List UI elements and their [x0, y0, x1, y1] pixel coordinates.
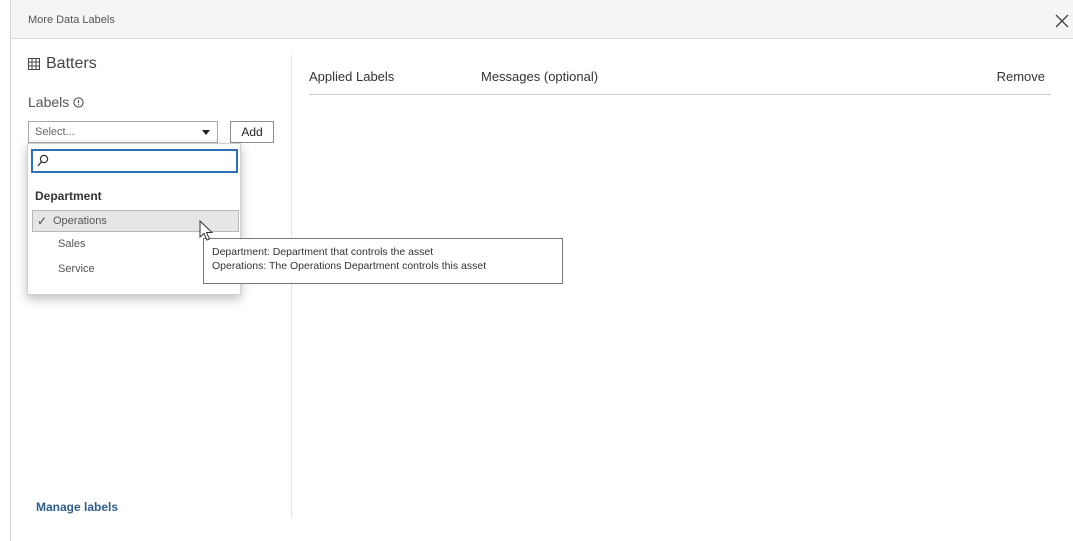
- tooltip-line-operations: Operations: The Operations Department co…: [212, 260, 487, 272]
- info-icon[interactable]: [73, 96, 84, 108]
- option-label: Operations: [53, 215, 107, 227]
- dialog-title: More Data Labels: [28, 14, 115, 26]
- add-button[interactable]: Add: [230, 121, 274, 143]
- option-label: Service: [58, 263, 95, 275]
- dialog-titlebar: More Data Labels: [11, 0, 1073, 39]
- manage-labels-link[interactable]: Manage labels: [36, 500, 118, 514]
- table-icon: [28, 58, 40, 70]
- mouse-cursor-icon: [199, 220, 214, 241]
- tooltip-line-department: Department: Department that controls the…: [212, 246, 434, 258]
- dropdown-group-department: Department: [35, 189, 102, 203]
- option-label: Sales: [58, 238, 86, 250]
- asset-name: Batters: [46, 55, 97, 72]
- close-button[interactable]: [1050, 9, 1073, 33]
- column-remove: Remove: [996, 69, 1045, 84]
- more-data-labels-dialog: More Data Labels Batters Labels Select..…: [10, 0, 1073, 541]
- option-tooltip: Department: Department that controls the…: [203, 238, 563, 284]
- column-applied-labels: Applied Labels: [309, 69, 395, 84]
- close-icon: [1055, 14, 1069, 28]
- asset-title: Batters: [28, 55, 97, 73]
- label-select-value: Select...: [35, 126, 75, 138]
- column-messages: Messages (optional): [481, 69, 599, 84]
- label-select[interactable]: Select...: [28, 121, 218, 143]
- labels-heading: Labels: [28, 94, 84, 110]
- labels-heading-text: Labels: [28, 94, 70, 110]
- applied-labels-header: Applied Labels Messages (optional) Remov…: [309, 67, 1051, 95]
- search-icon: [37, 154, 49, 167]
- check-icon: ✓: [37, 214, 48, 228]
- dropdown-arrow-icon: [202, 130, 210, 135]
- search-input[interactable]: [53, 152, 237, 172]
- dropdown-search[interactable]: [31, 149, 238, 173]
- panel-divider: [291, 55, 292, 518]
